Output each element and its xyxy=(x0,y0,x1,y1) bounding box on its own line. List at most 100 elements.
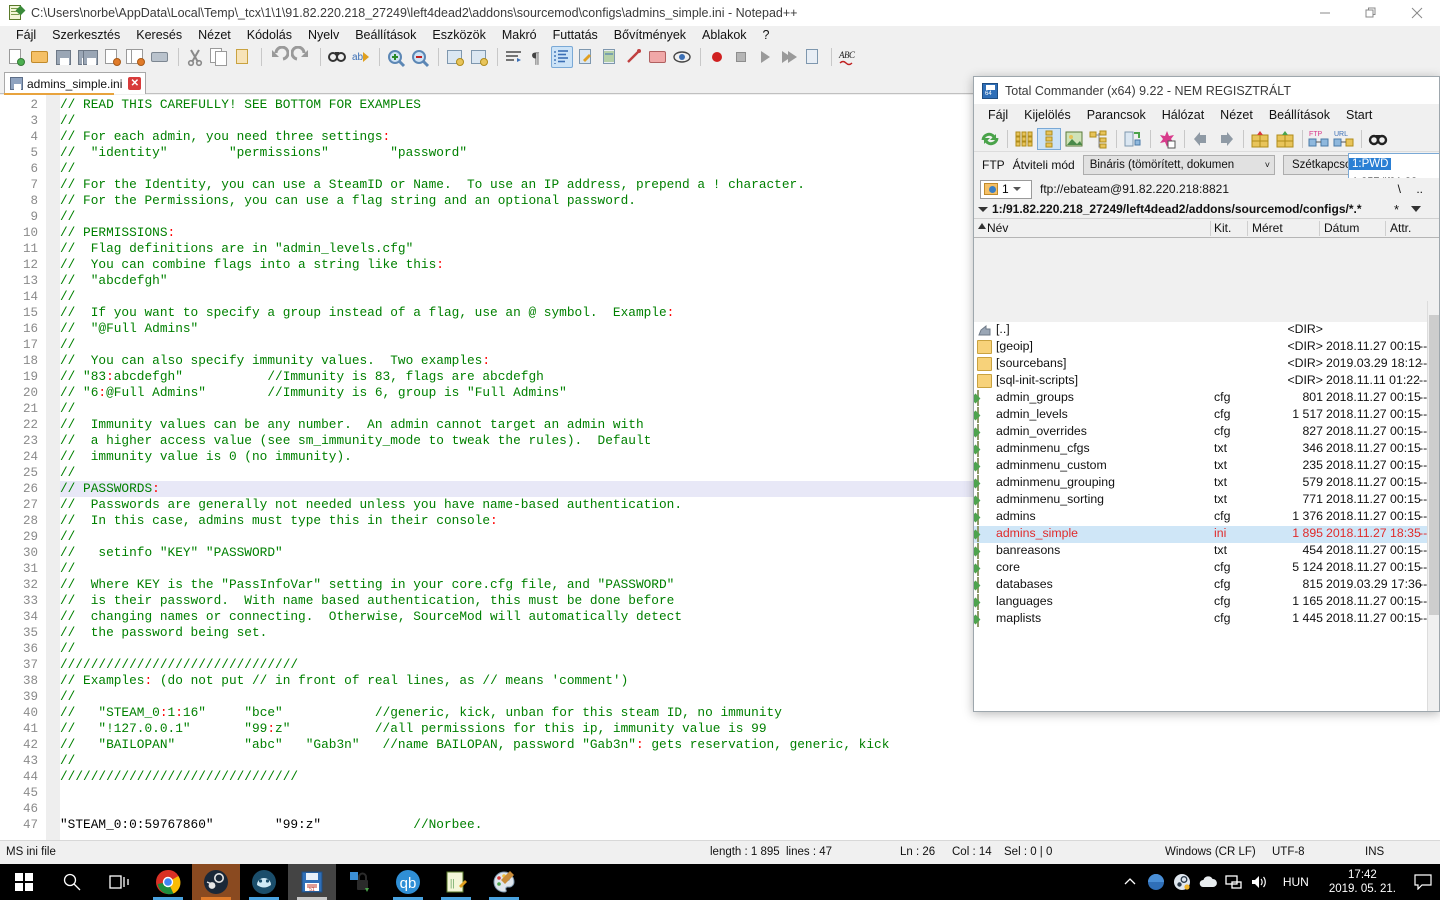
refresh-icon[interactable] xyxy=(978,128,1002,150)
menu-futtatas[interactable]: Futtatás xyxy=(545,27,606,43)
url-connect-icon[interactable]: URL xyxy=(1332,128,1356,150)
table-row[interactable]: adminmenu_cfgstxt3462018.11.27 00:15---- xyxy=(974,441,1429,458)
close-tab-icon[interactable]: ✕ xyxy=(128,77,142,90)
unpack-files-icon[interactable] xyxy=(1273,128,1297,150)
menu-ablakok[interactable]: Ablakok xyxy=(694,27,754,43)
chrome-icon[interactable] xyxy=(144,864,192,900)
ftp-connect-icon[interactable]: FTP xyxy=(1307,128,1331,150)
restore-icon[interactable] xyxy=(1348,0,1394,26)
menu-nyelv[interactable]: Nyelv xyxy=(300,27,347,43)
record-macro-icon[interactable] xyxy=(706,46,728,68)
column-ext[interactable]: Kit. xyxy=(1214,221,1231,235)
table-row[interactable]: adminmenu_sorting txt 771 2018.11.27 00:15-… xyxy=(974,492,1429,509)
table-row[interactable]: languagescfg1 1652018.11.27 00:15---- xyxy=(974,594,1429,611)
folder-as-workspace-icon[interactable] xyxy=(647,46,669,68)
menu-help[interactable]: ? xyxy=(755,27,778,43)
tc-vertical-scrollbar[interactable] xyxy=(1427,301,1439,711)
zoom-in-icon[interactable] xyxy=(385,46,407,68)
save-all-icon[interactable] xyxy=(77,46,99,68)
sync-horizontal-icon[interactable] xyxy=(468,46,490,68)
steam-icon[interactable] xyxy=(192,864,240,900)
steam-tray-icon[interactable] xyxy=(1169,864,1195,900)
column-attr[interactable]: Attr. xyxy=(1390,221,1411,235)
menu-eszkozok[interactable]: Eszközök xyxy=(424,27,494,43)
copy-icon[interactable] xyxy=(208,46,230,68)
network-icon[interactable] xyxy=(1221,864,1247,900)
play-macro-icon[interactable] xyxy=(754,46,776,68)
notepadpp-icon[interactable]: || xyxy=(432,864,480,900)
save-icon[interactable] xyxy=(53,46,75,68)
column-divider[interactable] xyxy=(1319,221,1320,236)
menu-kodolas[interactable]: Kódolás xyxy=(239,27,300,43)
table-row[interactable]: adminmenu_custom txt 235 2018.11.27 00:15 --… xyxy=(974,458,1429,475)
table-row[interactable]: corecfg5 1242018.11.27 00:15---- xyxy=(974,560,1429,577)
sync-vertical-icon[interactable] xyxy=(444,46,466,68)
table-row[interactable]: adminmenu_grouping txt 579 2018.11.27 00:15… xyxy=(974,475,1429,492)
column-divider[interactable] xyxy=(1247,221,1248,236)
windows-start-icon[interactable] xyxy=(0,864,48,900)
root-dir-button[interactable]: \ xyxy=(1398,182,1401,196)
search-icon[interactable] xyxy=(48,864,96,900)
task-view-icon[interactable] xyxy=(96,864,144,900)
tc-menu-start[interactable]: Start xyxy=(1338,108,1380,122)
menu-beallitasok[interactable]: Beállítások xyxy=(347,27,424,43)
tc-menu-parancsok[interactable]: Parancsok xyxy=(1079,108,1154,122)
table-row-selected[interactable]: admins_simpleini1 8952018.11.27 18:35---… xyxy=(974,526,1429,543)
total-commander-icon[interactable]: 51 xyxy=(288,864,336,900)
table-row[interactable]: [sql-init-scripts] <DIR> 2018.11.11 01:22-… xyxy=(974,373,1429,390)
function-list-icon[interactable] xyxy=(623,46,645,68)
keepass-icon[interactable] xyxy=(336,864,384,900)
search-icon[interactable] xyxy=(1366,128,1390,150)
table-row[interactable]: [geoip]<DIR>2018.11.27 00:15---- xyxy=(974,339,1429,356)
parent-dir-button[interactable]: .. xyxy=(1416,182,1423,196)
menu-kereses[interactable]: Keresés xyxy=(128,27,190,43)
volume-icon[interactable] xyxy=(1247,864,1273,900)
close-file-icon[interactable] xyxy=(101,46,123,68)
save-macro-icon[interactable] xyxy=(802,46,824,68)
column-date[interactable]: Dátum xyxy=(1324,221,1359,235)
table-row[interactable]: banreasonstxt4542018.11.27 00:15---- xyxy=(974,543,1429,560)
menu-bovitmenyek[interactable]: Bővítmények xyxy=(606,27,694,43)
filter-star-icon[interactable]: * xyxy=(1394,202,1399,217)
scrollbar-thumb[interactable] xyxy=(1429,315,1439,615)
onedrive-icon[interactable] xyxy=(1195,864,1221,900)
fold-margin[interactable] xyxy=(46,95,60,840)
menu-szerkesztes[interactable]: Szerkesztés xyxy=(44,27,128,43)
table-row[interactable]: [sourcebans]<DIR>2019.03.29 18:12---- xyxy=(974,356,1429,373)
transfer-mode-select[interactable]: Bináris (tömörített, dokumen ˅ xyxy=(1082,155,1275,175)
table-row[interactable]: admin_groupscfg8012018.11.27 00:15---- xyxy=(974,390,1429,407)
zoom-out-icon[interactable] xyxy=(409,46,431,68)
menu-fajl[interactable]: Fájl xyxy=(8,27,44,43)
show-hidden-icons-icon[interactable] xyxy=(1117,864,1143,900)
replace-icon[interactable]: ab xyxy=(350,46,372,68)
table-row[interactable]: admin_levelscfg1 5172018.11.27 00:15---- xyxy=(974,407,1429,424)
table-row[interactable]: admin_overridescfg8272018.11.27 00:15---… xyxy=(974,424,1429,441)
print-icon[interactable] xyxy=(149,46,171,68)
table-row[interactable]: maplistscfg1 4452018.11.27 00:15---- xyxy=(974,611,1429,628)
open-file-icon[interactable] xyxy=(29,46,51,68)
paint-icon[interactable] xyxy=(480,864,528,900)
user-language-icon[interactable] xyxy=(575,46,597,68)
menu-makro[interactable]: Makró xyxy=(494,27,545,43)
table-row[interactable]: [..] <DIR> xyxy=(974,322,1429,339)
pack-files-icon[interactable] xyxy=(1248,128,1272,150)
action-center-icon[interactable] xyxy=(1406,864,1440,900)
word-wrap-icon[interactable] xyxy=(503,46,525,68)
qbittorrent-icon[interactable]: qb xyxy=(384,864,432,900)
menu-nezet[interactable]: Nézet xyxy=(190,27,239,43)
tree-view-icon[interactable] xyxy=(1087,128,1111,150)
new-file-icon[interactable] xyxy=(5,46,27,68)
monitoring-icon[interactable] xyxy=(671,46,693,68)
indent-guide-icon[interactable] xyxy=(551,46,573,68)
stop-macro-icon[interactable] xyxy=(730,46,752,68)
tc-menu-nezet[interactable]: Nézet xyxy=(1212,108,1261,122)
detail-view-icon[interactable] xyxy=(1037,127,1061,150)
column-size[interactable]: Méret xyxy=(1252,221,1283,235)
show-all-characters-icon[interactable]: ¶ xyxy=(527,46,549,68)
undo-icon[interactable] xyxy=(267,45,290,68)
tc-menu-fajl[interactable]: Fájl xyxy=(980,108,1016,122)
spellcheck-icon[interactable]: ABC xyxy=(837,46,859,68)
quick-filter-icon[interactable] xyxy=(1155,128,1179,150)
tc-menu-halozat[interactable]: Hálózat xyxy=(1154,108,1212,122)
pwd-panel[interactable]: 1:PWD 1:257 "/91.82. xyxy=(1348,153,1439,188)
